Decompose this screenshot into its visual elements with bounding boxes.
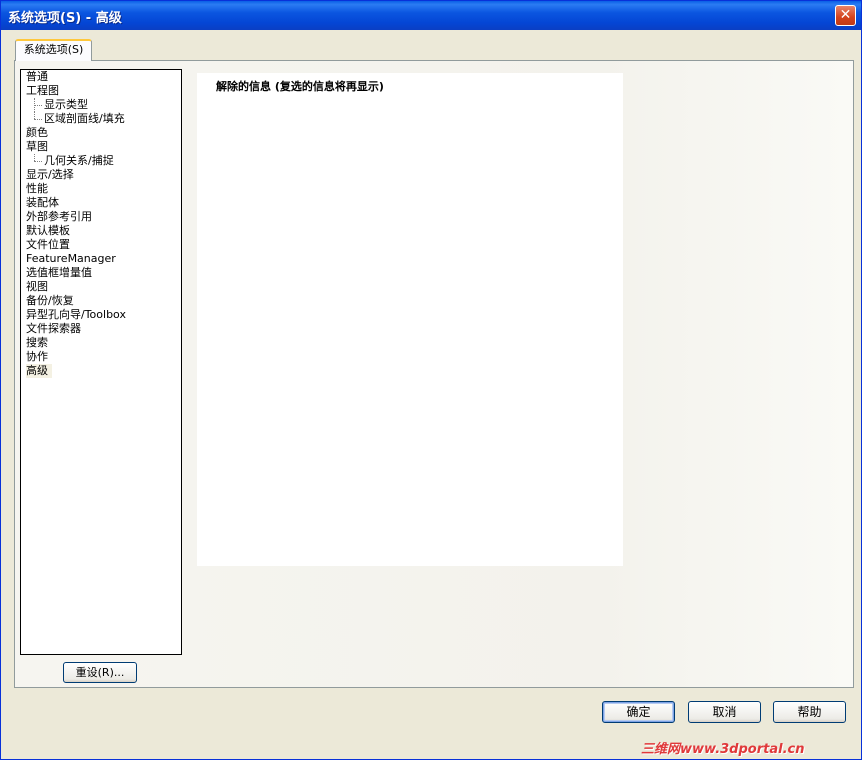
close-button[interactable]: ✕	[835, 5, 856, 26]
tree-connector	[34, 161, 42, 162]
dismissed-messages-header: 解除的信息 (复选的信息将再显示)	[216, 80, 384, 93]
dialog-window: 系统选项(S) - 高级 ✕ 系统选项(S) 普通 工程图 显示类型 区域剖面线/填充…	[0, 0, 862, 760]
help-button[interactable]: 帮助	[773, 701, 846, 723]
tree-item[interactable]: 选值框增量值	[26, 266, 92, 280]
tree-connector	[34, 119, 42, 120]
tree-item[interactable]: 视图	[26, 280, 48, 294]
tree-connector	[34, 154, 35, 161]
tree-item[interactable]: 工程图	[26, 84, 59, 98]
tab-system-options[interactable]: 系统选项(S)	[15, 39, 92, 61]
tree-item[interactable]: 性能	[26, 182, 48, 196]
reset-button[interactable]: 重设(R)...	[63, 662, 137, 683]
options-tree[interactable]: 普通 工程图 显示类型 区域剖面线/填充 颜色 草图 几何关系/捕捉 显示/选择 性能 装配体 外部…	[20, 69, 182, 655]
tree-item[interactable]: 显示类型	[44, 98, 88, 112]
cancel-button[interactable]: 取消	[688, 701, 761, 723]
tree-item[interactable]: 草图	[26, 140, 48, 154]
tree-item[interactable]: 几何关系/捕捉	[44, 154, 114, 168]
tree-connector	[34, 112, 35, 119]
close-icon: ✕	[839, 7, 852, 23]
tree-item[interactable]: 外部参考引用	[26, 210, 92, 224]
tree-item[interactable]: 协作	[26, 350, 48, 364]
tree-item[interactable]: FeatureManager	[26, 252, 116, 266]
tree-item[interactable]: 文件位置	[26, 238, 70, 252]
ok-button[interactable]: 确定	[602, 701, 675, 723]
tree-item[interactable]: 默认模板	[26, 224, 70, 238]
tab-label: 系统选项(S)	[23, 43, 84, 56]
tree-item[interactable]: 备份/恢复	[26, 294, 74, 308]
tree-item[interactable]: 显示/选择	[26, 168, 74, 182]
tree-item[interactable]: 颜色	[26, 126, 48, 140]
tree-item[interactable]: 搜索	[26, 336, 48, 350]
tree-item[interactable]: 区域剖面线/填充	[44, 112, 125, 126]
tree-connector	[34, 98, 35, 112]
tree-item[interactable]: 普通	[26, 70, 48, 84]
tree-item[interactable]: 文件探索器	[26, 322, 81, 336]
title-bar[interactable]: 系统选项(S) - 高级 ✕	[1, 1, 861, 30]
tree-item[interactable]: 高级	[26, 364, 52, 378]
tree-item[interactable]: 装配体	[26, 196, 59, 210]
tree-connector	[34, 105, 42, 106]
tree-item[interactable]: 异型孔向导/Toolbox	[26, 308, 126, 322]
window-title: 系统选项(S) - 高级	[8, 11, 122, 26]
watermark: 三维网www.3dportal.cn	[641, 742, 805, 757]
dismissed-messages-panel: 解除的信息 (复选的信息将再显示)	[197, 73, 623, 566]
